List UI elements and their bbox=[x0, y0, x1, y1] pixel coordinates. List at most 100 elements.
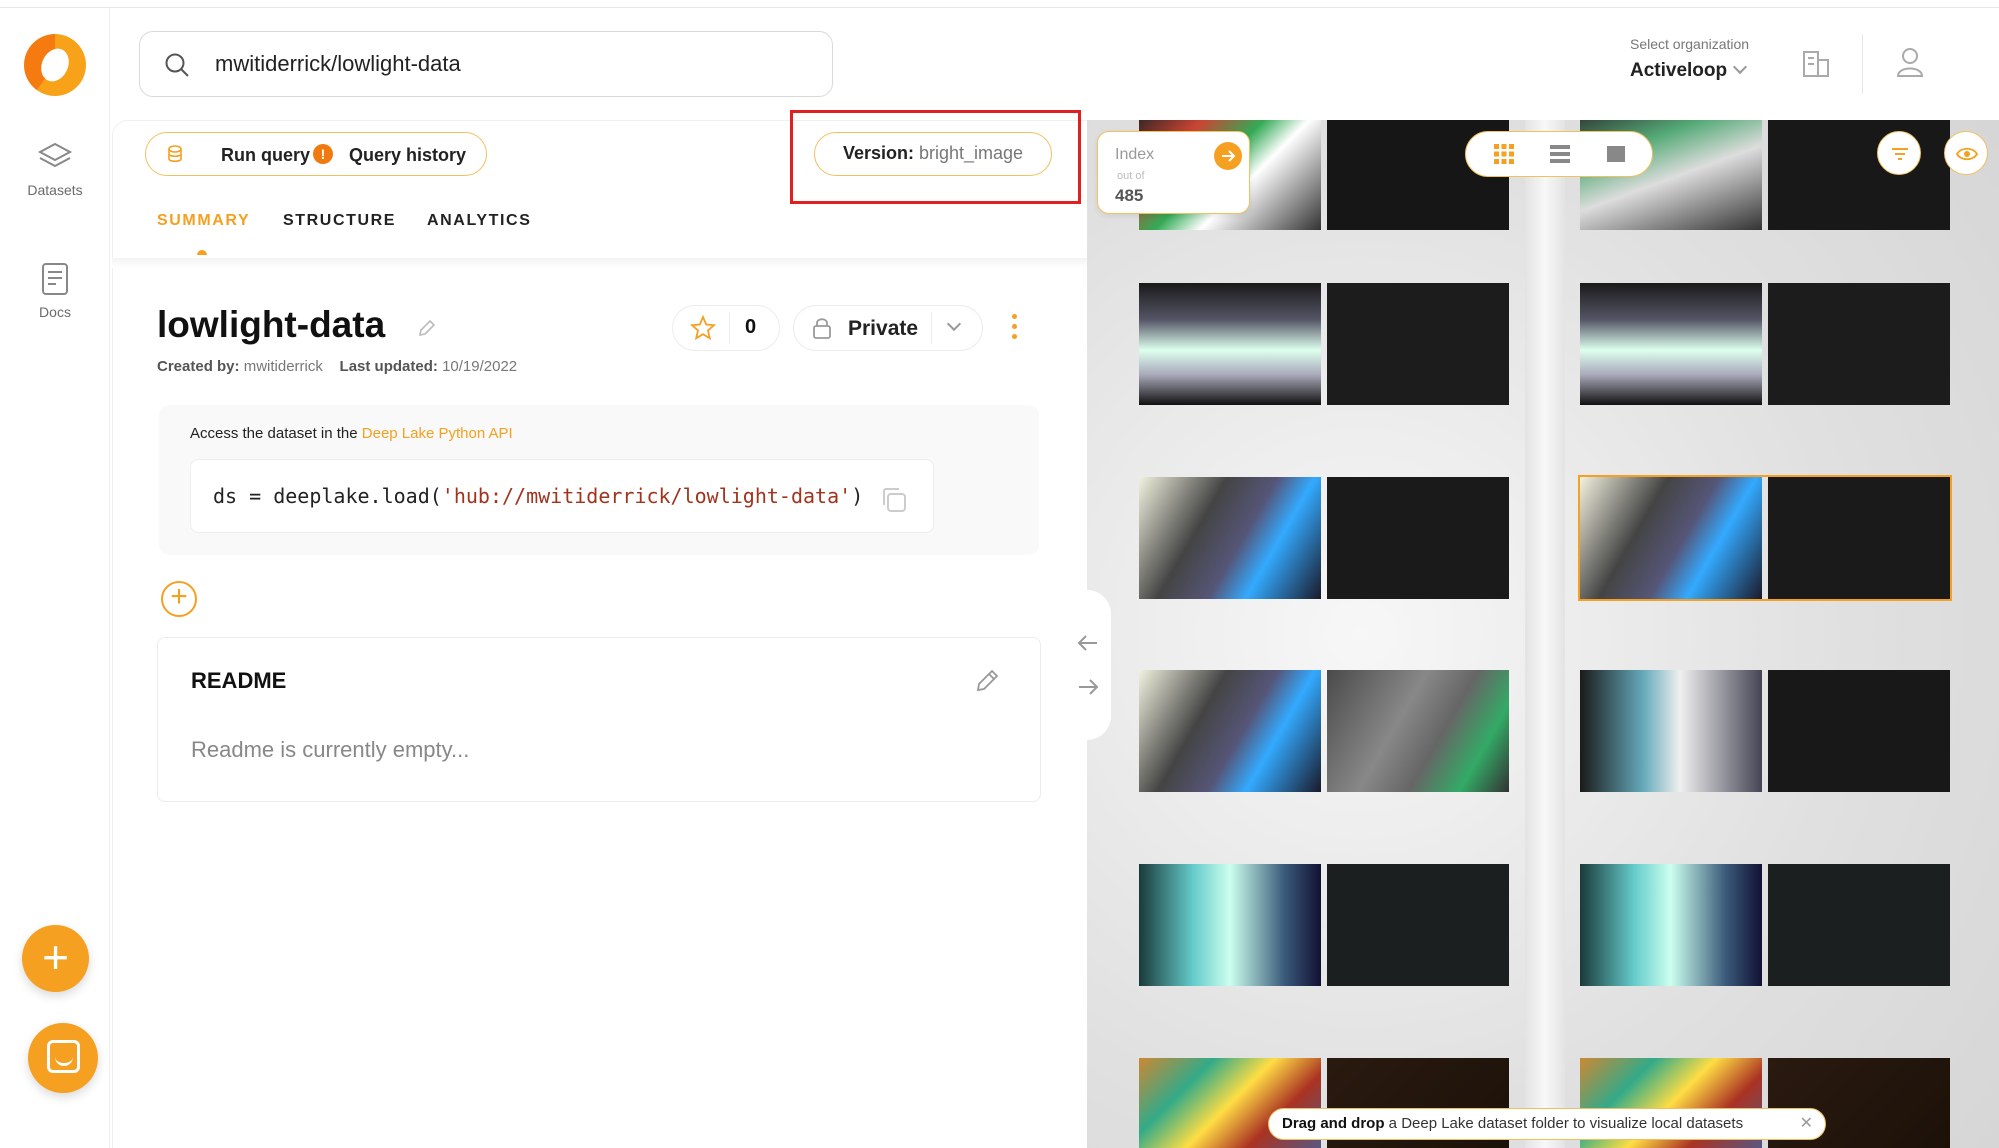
warning-icon: ! bbox=[313, 144, 333, 164]
sample-image bbox=[1580, 864, 1762, 986]
code-text: ds = deeplake.load('hub://mwitiderrick/l… bbox=[213, 484, 863, 508]
sample-tile[interactable] bbox=[1139, 670, 1509, 792]
index-navigator[interactable]: Index out of 485 bbox=[1097, 131, 1250, 214]
sample-image bbox=[1580, 283, 1762, 405]
drag-text: a Deep Lake dataset folder to visualize … bbox=[1384, 1115, 1744, 1132]
view-mode-toggle bbox=[1465, 131, 1653, 177]
lock-icon bbox=[813, 318, 831, 339]
organization-icon[interactable] bbox=[1800, 48, 1832, 80]
chat-support-button[interactable] bbox=[28, 1023, 98, 1093]
tab-structure[interactable]: STRUCTURE bbox=[283, 212, 396, 230]
rail-docs-label: Docs bbox=[39, 304, 71, 320]
chat-icon bbox=[47, 1040, 80, 1073]
layers-icon bbox=[37, 142, 73, 168]
list-view-icon[interactable] bbox=[1549, 143, 1571, 165]
visibility-value: Private bbox=[848, 317, 919, 340]
version-label: Version: bbox=[842, 143, 914, 163]
create-dataset-button[interactable]: + bbox=[22, 925, 89, 992]
search-bar[interactable] bbox=[139, 31, 833, 97]
document-icon bbox=[42, 263, 68, 295]
sample-image bbox=[1327, 283, 1509, 405]
more-options-icon[interactable] bbox=[1012, 314, 1018, 342]
edit-readme-icon[interactable] bbox=[974, 666, 1002, 694]
single-view-icon[interactable] bbox=[1605, 143, 1627, 165]
left-rail: Datasets Docs + bbox=[0, 8, 110, 1148]
filter-icon bbox=[1892, 148, 1908, 160]
rail-datasets-label: Datasets bbox=[27, 182, 83, 198]
sample-image bbox=[1327, 670, 1509, 792]
database-icon bbox=[168, 145, 182, 163]
sample-tile-selected[interactable] bbox=[1578, 475, 1952, 601]
close-icon[interactable]: ✕ bbox=[1800, 1109, 1813, 1139]
drag-bold: Drag and drop bbox=[1282, 1115, 1385, 1132]
rail-docs[interactable]: Docs bbox=[0, 260, 110, 320]
query-history-button[interactable]: Query history bbox=[349, 145, 466, 166]
access-caption: Access the dataset in the Deep Lake Pyth… bbox=[190, 425, 513, 442]
sample-image bbox=[1139, 864, 1321, 986]
sample-tile[interactable] bbox=[1139, 283, 1509, 405]
copy-icon[interactable] bbox=[879, 485, 909, 515]
sample-tile[interactable] bbox=[1139, 864, 1509, 986]
version-button[interactable]: Version: bright_image bbox=[814, 132, 1052, 176]
org-label: Select organization bbox=[1630, 36, 1750, 52]
viewer-column-gap bbox=[1525, 120, 1565, 1148]
code-suffix: ) bbox=[851, 484, 864, 508]
visibility-divider bbox=[931, 312, 932, 344]
readme-heading: README bbox=[191, 668, 287, 693]
drag-drop-banner: Drag and drop a Deep Lake dataset folder… bbox=[1268, 1108, 1826, 1140]
tab-divider bbox=[112, 258, 1087, 268]
sample-image bbox=[1768, 283, 1950, 405]
sample-image bbox=[1139, 670, 1321, 792]
access-caption-text: Access the dataset in the bbox=[190, 425, 358, 442]
code-string: 'hub://mwitiderrick/lowlight-data' bbox=[441, 484, 852, 508]
grid-view-icon[interactable] bbox=[1493, 143, 1515, 165]
star-button[interactable]: 0 bbox=[672, 305, 780, 351]
sample-tile[interactable] bbox=[1580, 864, 1950, 986]
edit-title-icon[interactable] bbox=[417, 318, 437, 338]
sample-image bbox=[1139, 477, 1321, 599]
index-label: Index bbox=[1115, 146, 1155, 163]
add-section-button[interactable]: + bbox=[161, 581, 197, 617]
sample-tile[interactable] bbox=[1139, 477, 1509, 599]
code-prefix: ds = deeplake.load( bbox=[213, 484, 442, 508]
header-divider bbox=[1862, 34, 1863, 94]
top-border bbox=[0, 0, 1999, 8]
sample-image bbox=[1327, 477, 1509, 599]
org-selector[interactable]: Select organization Activeloop bbox=[1630, 36, 1749, 82]
go-to-index-button[interactable] bbox=[1214, 142, 1242, 170]
created-value: mwitiderrick bbox=[243, 358, 323, 375]
activeloop-logo[interactable] bbox=[24, 34, 86, 96]
star-icon bbox=[690, 315, 716, 341]
search-input[interactable] bbox=[215, 46, 795, 82]
readme-card: README Readme is currently empty... bbox=[157, 637, 1041, 802]
updated-label: Last updated: bbox=[339, 358, 438, 375]
python-api-link[interactable]: Deep Lake Python API bbox=[362, 425, 513, 442]
arrow-right-icon[interactable] bbox=[1075, 674, 1101, 700]
org-value: Activeloop bbox=[1630, 59, 1749, 82]
query-bar: Run query ! Query history bbox=[145, 132, 487, 176]
arrow-left-icon[interactable] bbox=[1075, 630, 1101, 656]
rail-datasets[interactable]: Datasets bbox=[0, 138, 110, 198]
chevron-down-icon bbox=[1733, 59, 1748, 75]
filter-button[interactable] bbox=[1877, 131, 1921, 175]
active-tab-indicator bbox=[197, 250, 207, 255]
tab-summary[interactable]: SUMMARY bbox=[157, 212, 250, 230]
dataset-viewer bbox=[1087, 120, 1999, 1148]
tab-analytics[interactable]: ANALYTICS bbox=[427, 212, 532, 230]
chevron-down-icon bbox=[946, 316, 962, 332]
user-icon[interactable] bbox=[1895, 46, 1925, 78]
run-query-button[interactable]: Run query bbox=[221, 145, 310, 166]
index-outof: out of bbox=[1117, 170, 1145, 182]
sample-tile[interactable] bbox=[1580, 670, 1950, 792]
created-label: Created by: bbox=[157, 358, 240, 375]
updated-value: 10/19/2022 bbox=[442, 358, 518, 375]
sample-image bbox=[1768, 670, 1950, 792]
code-snippet: ds = deeplake.load('hub://mwitiderrick/l… bbox=[190, 459, 934, 533]
readme-empty-text: Readme is currently empty... bbox=[191, 737, 470, 762]
sample-tile[interactable] bbox=[1580, 283, 1950, 405]
visibility-dropdown[interactable]: Private bbox=[793, 305, 983, 351]
arrow-right-icon bbox=[1222, 150, 1236, 162]
visibility-toggle-button[interactable] bbox=[1944, 131, 1988, 175]
dataset-panel bbox=[112, 120, 1087, 1148]
org-name: Activeloop bbox=[1630, 60, 1728, 81]
